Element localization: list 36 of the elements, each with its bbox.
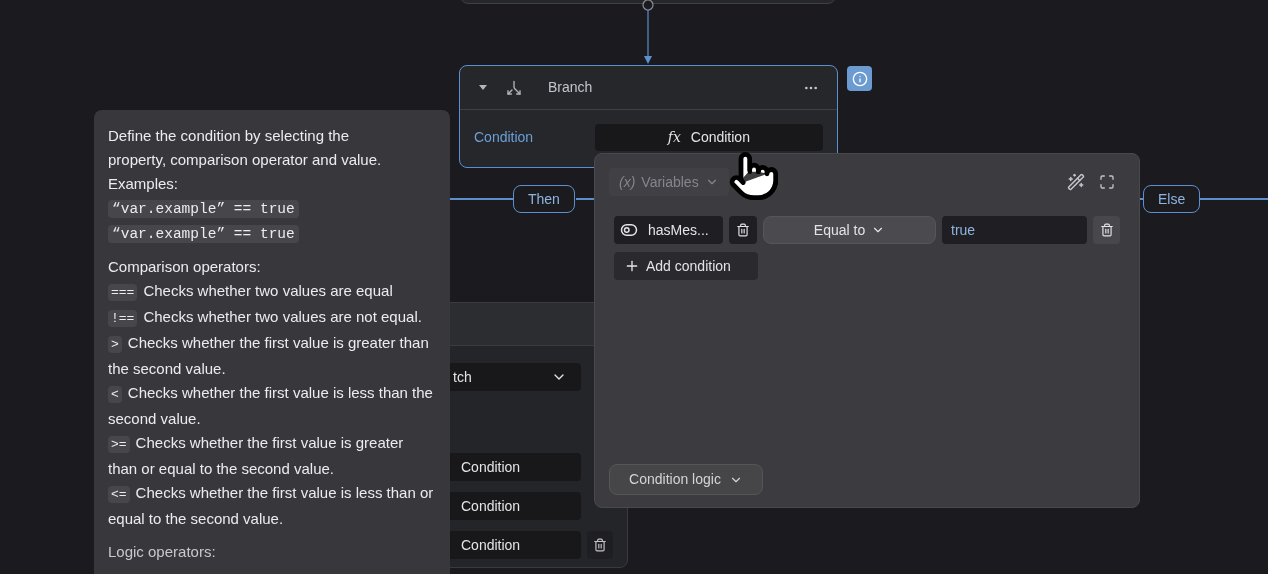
tooltip-text: Define the condition by selecting the property, comparison operator and value. — [108, 126, 383, 170]
operator-select[interactable]: Equal to — [763, 216, 936, 244]
condition-label: Condition — [474, 128, 535, 147]
tooltip-heading: Comparison operators: — [108, 257, 262, 277]
hand-cursor-icon — [728, 150, 780, 202]
edge-line — [576, 198, 594, 200]
delete-button[interactable] — [729, 216, 757, 244]
tooltip-text: Examples: — [108, 174, 180, 194]
function-icon: fx — [667, 127, 681, 148]
toggle-icon — [620, 221, 638, 239]
trash-icon — [736, 223, 750, 237]
condition-logic-dropdown[interactable]: Condition logic — [609, 464, 763, 495]
condition-button[interactable]: fx Condition — [594, 124, 823, 151]
caret-icon[interactable] — [478, 84, 488, 91]
plus-icon — [624, 258, 640, 274]
value-field[interactable]: true — [942, 216, 1087, 244]
delete-button[interactable] — [587, 531, 613, 559]
tooltip-heading: Logic operators: — [108, 542, 217, 562]
property-field[interactable]: hasMes... — [614, 216, 723, 244]
delete-button[interactable] — [1093, 216, 1120, 244]
edge-line — [1200, 198, 1268, 200]
branch-icon — [506, 79, 522, 96]
node-title: Branch — [548, 78, 593, 97]
code-example: “var.example” == true — [108, 225, 299, 243]
edge-line — [450, 198, 514, 200]
operator-description: === Checks whether two values are equal — [108, 279, 436, 305]
branch-node[interactable]: Branch Condition fx Condition — [459, 65, 838, 168]
fullscreen-icon[interactable] — [1099, 174, 1115, 190]
trash-icon — [593, 538, 607, 552]
trash-icon — [1099, 223, 1114, 237]
edge-label[interactable]: Else — [1143, 185, 1201, 213]
code-example: “var.example” == true — [108, 200, 299, 218]
magic-wand-icon[interactable] — [1067, 173, 1085, 191]
add-condition-button[interactable]: Add condition — [614, 252, 758, 280]
edge-label[interactable]: Then — [513, 185, 575, 213]
info-button[interactable] — [847, 66, 872, 91]
